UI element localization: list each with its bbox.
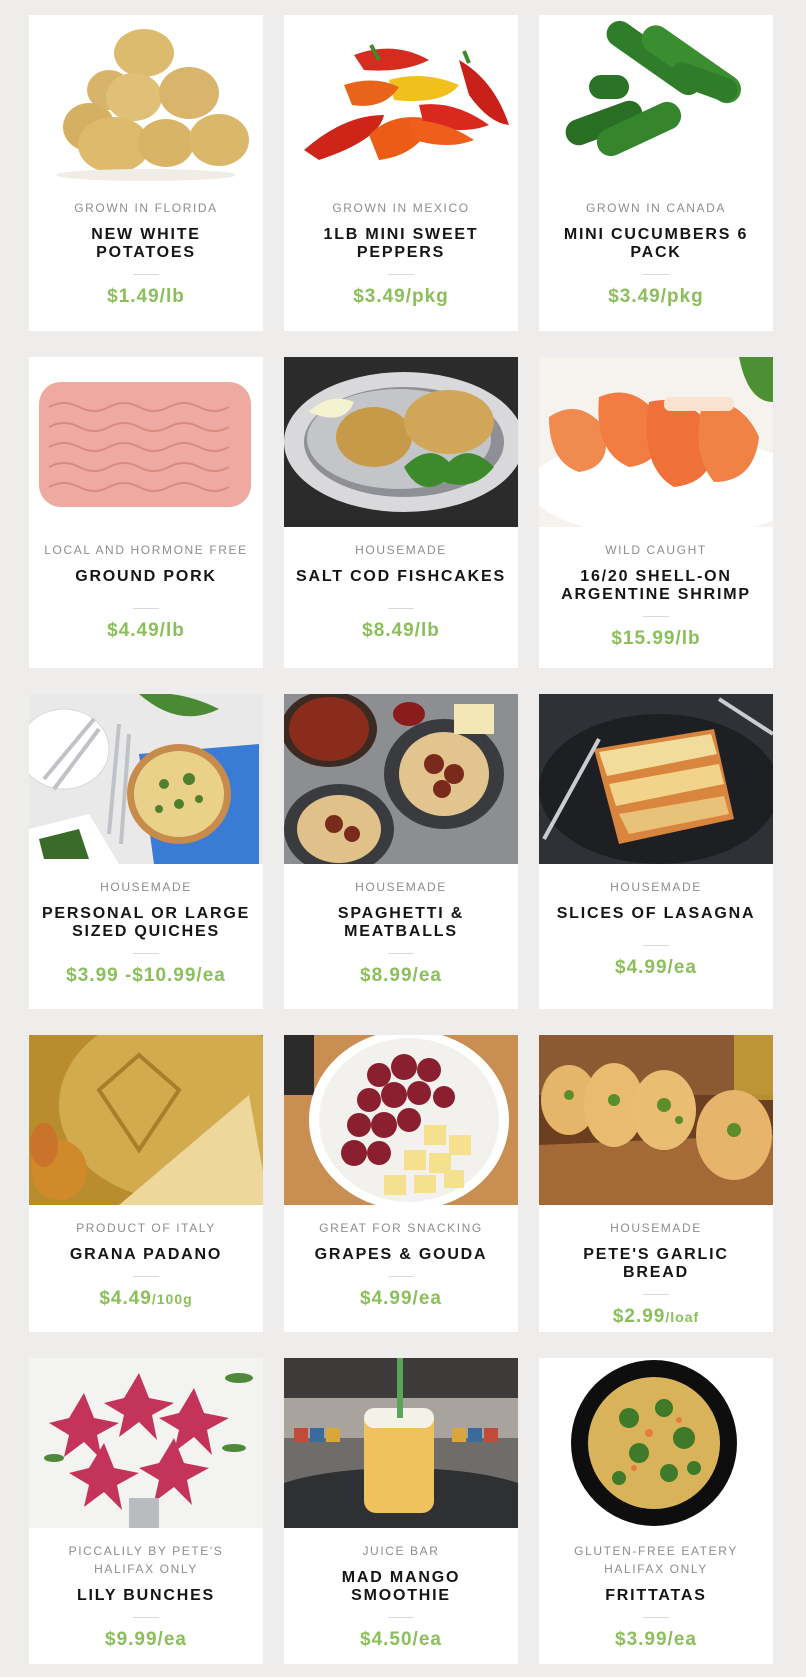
divider [133,1276,159,1277]
product-name[interactable]: NEW WHITE POTATOES [41,226,251,262]
product-name[interactable]: PERSONAL OR LARGE SIZED QUICHES [41,905,251,941]
peppers-photo[interactable] [284,15,518,185]
divider [388,953,414,954]
product-price: $4.99/ea [360,1288,442,1309]
shrimp-photo[interactable] [539,357,773,527]
price-unit: /100g [151,1291,193,1307]
product-grid: GROWN IN FLORIDA NEW WHITE POTATOES $1.4… [0,0,806,1677]
product-card[interactable]: HOUSEMADE SALT COD FISHCAKES $8.49/lb [284,357,518,668]
potatoes-photo[interactable] [29,15,263,185]
product-price: $2.99/loaf [551,1305,761,1329]
frittata-photo[interactable] [539,1358,773,1528]
product-price: $4.49/100g [41,1287,251,1311]
product-origin: HOUSEMADE [100,880,192,894]
product-name[interactable]: LILY BUNCHES [41,1587,251,1605]
lilies-photo[interactable] [29,1358,263,1528]
divider [643,616,669,617]
product-card[interactable]: GROWN IN MEXICO 1LB MINI SWEET PEPPERS $… [284,15,518,331]
product-name[interactable]: MAD MANGO SMOOTHIE [296,1569,506,1605]
divider [133,1617,159,1618]
product-name[interactable]: GROUND PORK [41,568,251,586]
product-card[interactable]: HOUSEMADE PETE'S GARLIC BREAD $2.99/loaf [539,1035,773,1332]
product-price: $9.99/ea [105,1629,187,1650]
divider [388,1276,414,1277]
grana-padano-photo[interactable] [29,1035,263,1205]
product-price: $4.49/lb [107,620,185,641]
product-price: $4.99/ea [615,957,697,978]
divider [643,274,669,275]
price-amount: $2.99 [612,1306,666,1327]
product-name[interactable]: SALT COD FISHCAKES [296,568,506,586]
divider [643,1617,669,1618]
smoothie-photo[interactable] [284,1358,518,1528]
divider [643,945,669,946]
price-unit: /loaf [665,1309,700,1325]
product-card[interactable]: PICCALILY BY PETE'S HALIFAX ONLY LILY BU… [29,1358,263,1664]
product-origin: WILD CAUGHT [605,543,707,557]
product-origin: GROWN IN CANADA [585,201,726,215]
product-origin-secondary: HALIFAX ONLY [94,1562,198,1576]
ground-pork-photo[interactable] [29,357,263,527]
divider [388,274,414,275]
product-price: $3.49/pkg [608,286,704,307]
product-origin: PICCALILY BY PETE'S [68,1544,224,1558]
price-amount: $4.49 [99,1288,152,1309]
product-origin: GREAT FOR SNACKING [319,1221,483,1235]
product-origin: HOUSEMADE [610,1221,702,1235]
product-origin: HOUSEMADE [355,543,447,557]
product-card[interactable]: WILD CAUGHT 16/20 SHELL-ON ARGENTINE SHR… [539,357,773,668]
product-card[interactable]: GLUTEN-FREE EATERY HALIFAX ONLY FRITTATA… [539,1358,773,1664]
product-origin: HOUSEMADE [355,880,447,894]
product-card[interactable]: PRODUCT OF ITALY GRANA PADANO $4.49/100g [29,1035,263,1332]
product-name[interactable]: SPAGHETTI & MEATBALLS [296,905,506,941]
product-card[interactable]: LOCAL AND HORMONE FREE GROUND PORK $4.49… [29,357,263,668]
product-name[interactable]: PETE'S GARLIC BREAD [551,1246,761,1282]
product-name[interactable]: FRITTATAS [551,1587,761,1605]
product-origin: JUICE BAR [362,1544,440,1558]
garlic-bread-photo[interactable] [539,1035,773,1205]
divider [643,1294,669,1295]
product-origin: GROWN IN MEXICO [332,201,470,215]
product-price: $8.99/ea [360,965,442,986]
product-price: $15.99/lb [611,628,701,649]
product-card[interactable]: HOUSEMADE PERSONAL OR LARGE SIZED QUICHE… [29,694,263,1009]
product-price: $1.49/lb [107,286,185,307]
product-price: $3.49/pkg [353,286,449,307]
product-price: $8.49/lb [362,620,440,641]
product-price: $3.99/ea [615,1629,697,1650]
quiche-photo[interactable] [29,694,263,864]
grapes-gouda-photo[interactable] [284,1035,518,1205]
product-card[interactable]: HOUSEMADE SLICES OF LASAGNA $4.99/ea [539,694,773,1009]
product-card[interactable]: HOUSEMADE SPAGHETTI & MEATBALLS $8.99/ea [284,694,518,1009]
product-origin: PRODUCT OF ITALY [76,1221,216,1235]
product-card[interactable]: GREAT FOR SNACKING GRAPES & GOUDA $4.99/… [284,1035,518,1332]
product-origin: GLUTEN-FREE EATERY [574,1544,738,1558]
cucumbers-photo[interactable] [539,15,773,185]
product-card[interactable]: JUICE BAR MAD MANGO SMOOTHIE $4.50/ea [284,1358,518,1664]
lasagna-photo[interactable] [539,694,773,864]
divider [133,274,159,275]
product-name[interactable]: MINI CUCUMBERS 6 PACK [551,226,761,262]
product-price: $4.50/ea [360,1629,442,1650]
product-name[interactable]: 1LB MINI SWEET PEPPERS [296,226,506,262]
fishcakes-photo[interactable] [284,357,518,527]
product-origin: HOUSEMADE [610,880,702,894]
product-origin: GROWN IN FLORIDA [74,201,218,215]
product-card[interactable]: GROWN IN FLORIDA NEW WHITE POTATOES $1.4… [29,15,263,331]
divider [388,608,414,609]
product-card[interactable]: GROWN IN CANADA MINI CUCUMBERS 6 PACK $3… [539,15,773,331]
divider [133,608,159,609]
product-price: $3.99 -$10.99/ea [66,965,226,986]
spaghetti-photo[interactable] [284,694,518,864]
product-name[interactable]: GRAPES & GOUDA [296,1246,506,1264]
divider [133,953,159,954]
product-name[interactable]: 16/20 SHELL-ON ARGENTINE SHRIMP [551,568,761,604]
product-name[interactable]: GRANA PADANO [41,1246,251,1264]
product-origin: LOCAL AND HORMONE FREE [44,543,248,557]
divider [388,1617,414,1618]
product-name[interactable]: SLICES OF LASAGNA [551,905,761,923]
product-origin-secondary: HALIFAX ONLY [604,1562,708,1576]
